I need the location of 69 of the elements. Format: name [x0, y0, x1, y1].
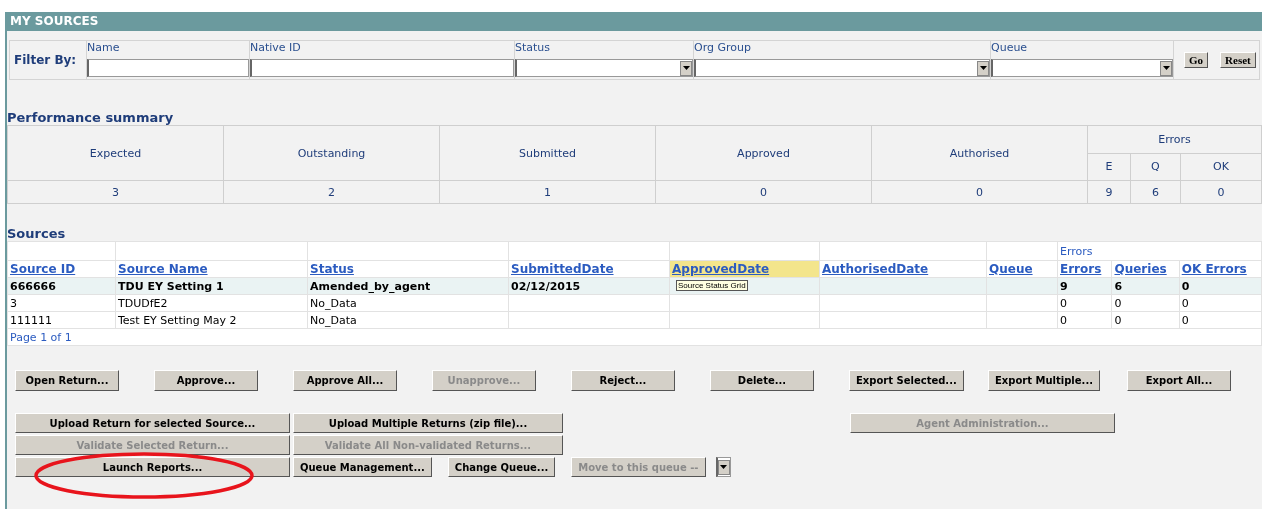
- field-label: Native ID: [250, 41, 302, 56]
- table-cell: 0: [1180, 180, 1262, 204]
- column-header[interactable]: Source Name: [115, 260, 308, 278]
- table-cell: TDUDfE2: [115, 294, 308, 312]
- action-button[interactable]: Export All...: [1127, 370, 1231, 391]
- dropdown-field[interactable]: [515, 59, 693, 77]
- table-cell: 2: [223, 180, 440, 204]
- column-header: Expected: [7, 125, 224, 181]
- field-label: Queue: [991, 41, 1029, 56]
- section-title: Sources: [7, 226, 67, 241]
- table-cell: 0: [1057, 294, 1112, 312]
- field-label: Org Group: [694, 41, 752, 56]
- column-header[interactable]: Queries: [1111, 260, 1180, 278]
- action-button[interactable]: Export Selected...: [849, 370, 964, 391]
- table-cell: 111111: [7, 311, 116, 329]
- table-cell: 0: [1179, 294, 1262, 312]
- table-cell: No_Data: [307, 311, 509, 329]
- action-button[interactable]: Upload Multiple Returns (zip file)...: [293, 413, 563, 433]
- action-button[interactable]: Reject...: [571, 370, 675, 391]
- column-header[interactable]: SubmittedDate: [508, 260, 670, 278]
- column-header: OK: [1180, 153, 1262, 181]
- filter-button[interactable]: Go: [1184, 52, 1209, 68]
- table-cell: 3: [7, 294, 116, 312]
- table-cell: 0: [655, 180, 872, 204]
- tooltip: Source Status Grid: [676, 280, 748, 291]
- text-field[interactable]: [87, 59, 249, 77]
- field-label: Status: [515, 41, 552, 56]
- panel-title: MY SOURCES: [7, 12, 1262, 31]
- pagination-text: Page 1 of 1: [10, 330, 72, 344]
- text-field[interactable]: [250, 59, 514, 77]
- dropdown-field[interactable]: [694, 59, 990, 77]
- action-button[interactable]: Change Queue...: [447, 457, 556, 477]
- column-header[interactable]: Queue: [986, 260, 1058, 278]
- dropdown-field[interactable]: [991, 59, 1173, 77]
- field-label: Name: [87, 41, 121, 56]
- table-cell: 1: [439, 180, 656, 204]
- table-cell: Test EY Setting May 2: [115, 311, 308, 329]
- table-cell: 0: [1111, 294, 1180, 312]
- column-header[interactable]: AuthorisedDate: [819, 260, 987, 278]
- column-header[interactable]: Source ID: [7, 260, 116, 278]
- column-header: Authorised: [871, 125, 1088, 181]
- column-header[interactable]: OK Errors: [1179, 260, 1262, 278]
- table-cell: 0: [871, 180, 1088, 204]
- table-cell: 0: [1057, 311, 1112, 329]
- table-cell: 0: [1179, 311, 1262, 329]
- filter-button[interactable]: Reset: [1220, 52, 1256, 68]
- action-button[interactable]: Open Return...: [15, 370, 119, 391]
- column-header[interactable]: Errors: [1057, 260, 1112, 278]
- column-header[interactable]: Status: [307, 260, 509, 278]
- table-cell: 9: [1087, 180, 1131, 204]
- column-header: Approved: [655, 125, 872, 181]
- column-header: Outstanding: [223, 125, 440, 181]
- action-button[interactable]: Queue Management...: [293, 457, 432, 477]
- action-button[interactable]: Approve...: [154, 370, 258, 391]
- table-cell: No_Data: [307, 294, 509, 312]
- column-header: Submitted: [439, 125, 656, 181]
- action-button[interactable]: Upload Return for selected Source...: [15, 413, 290, 433]
- action-button[interactable]: Launch Reports...: [15, 457, 290, 477]
- column-header: Errors: [1087, 125, 1262, 153]
- table-cell: 0: [1111, 311, 1180, 329]
- table-cell: 3: [7, 180, 224, 204]
- column-header: Q: [1130, 153, 1181, 181]
- column-header: E: [1087, 153, 1131, 181]
- table-cell: 6: [1130, 180, 1181, 204]
- action-button[interactable]: Delete...: [710, 370, 814, 391]
- action-button[interactable]: Export Multiple...: [988, 370, 1100, 391]
- action-button[interactable]: Approve All...: [293, 370, 397, 391]
- section-title: Performance summary: [7, 110, 175, 125]
- column-group-header: Errors: [1057, 241, 1262, 261]
